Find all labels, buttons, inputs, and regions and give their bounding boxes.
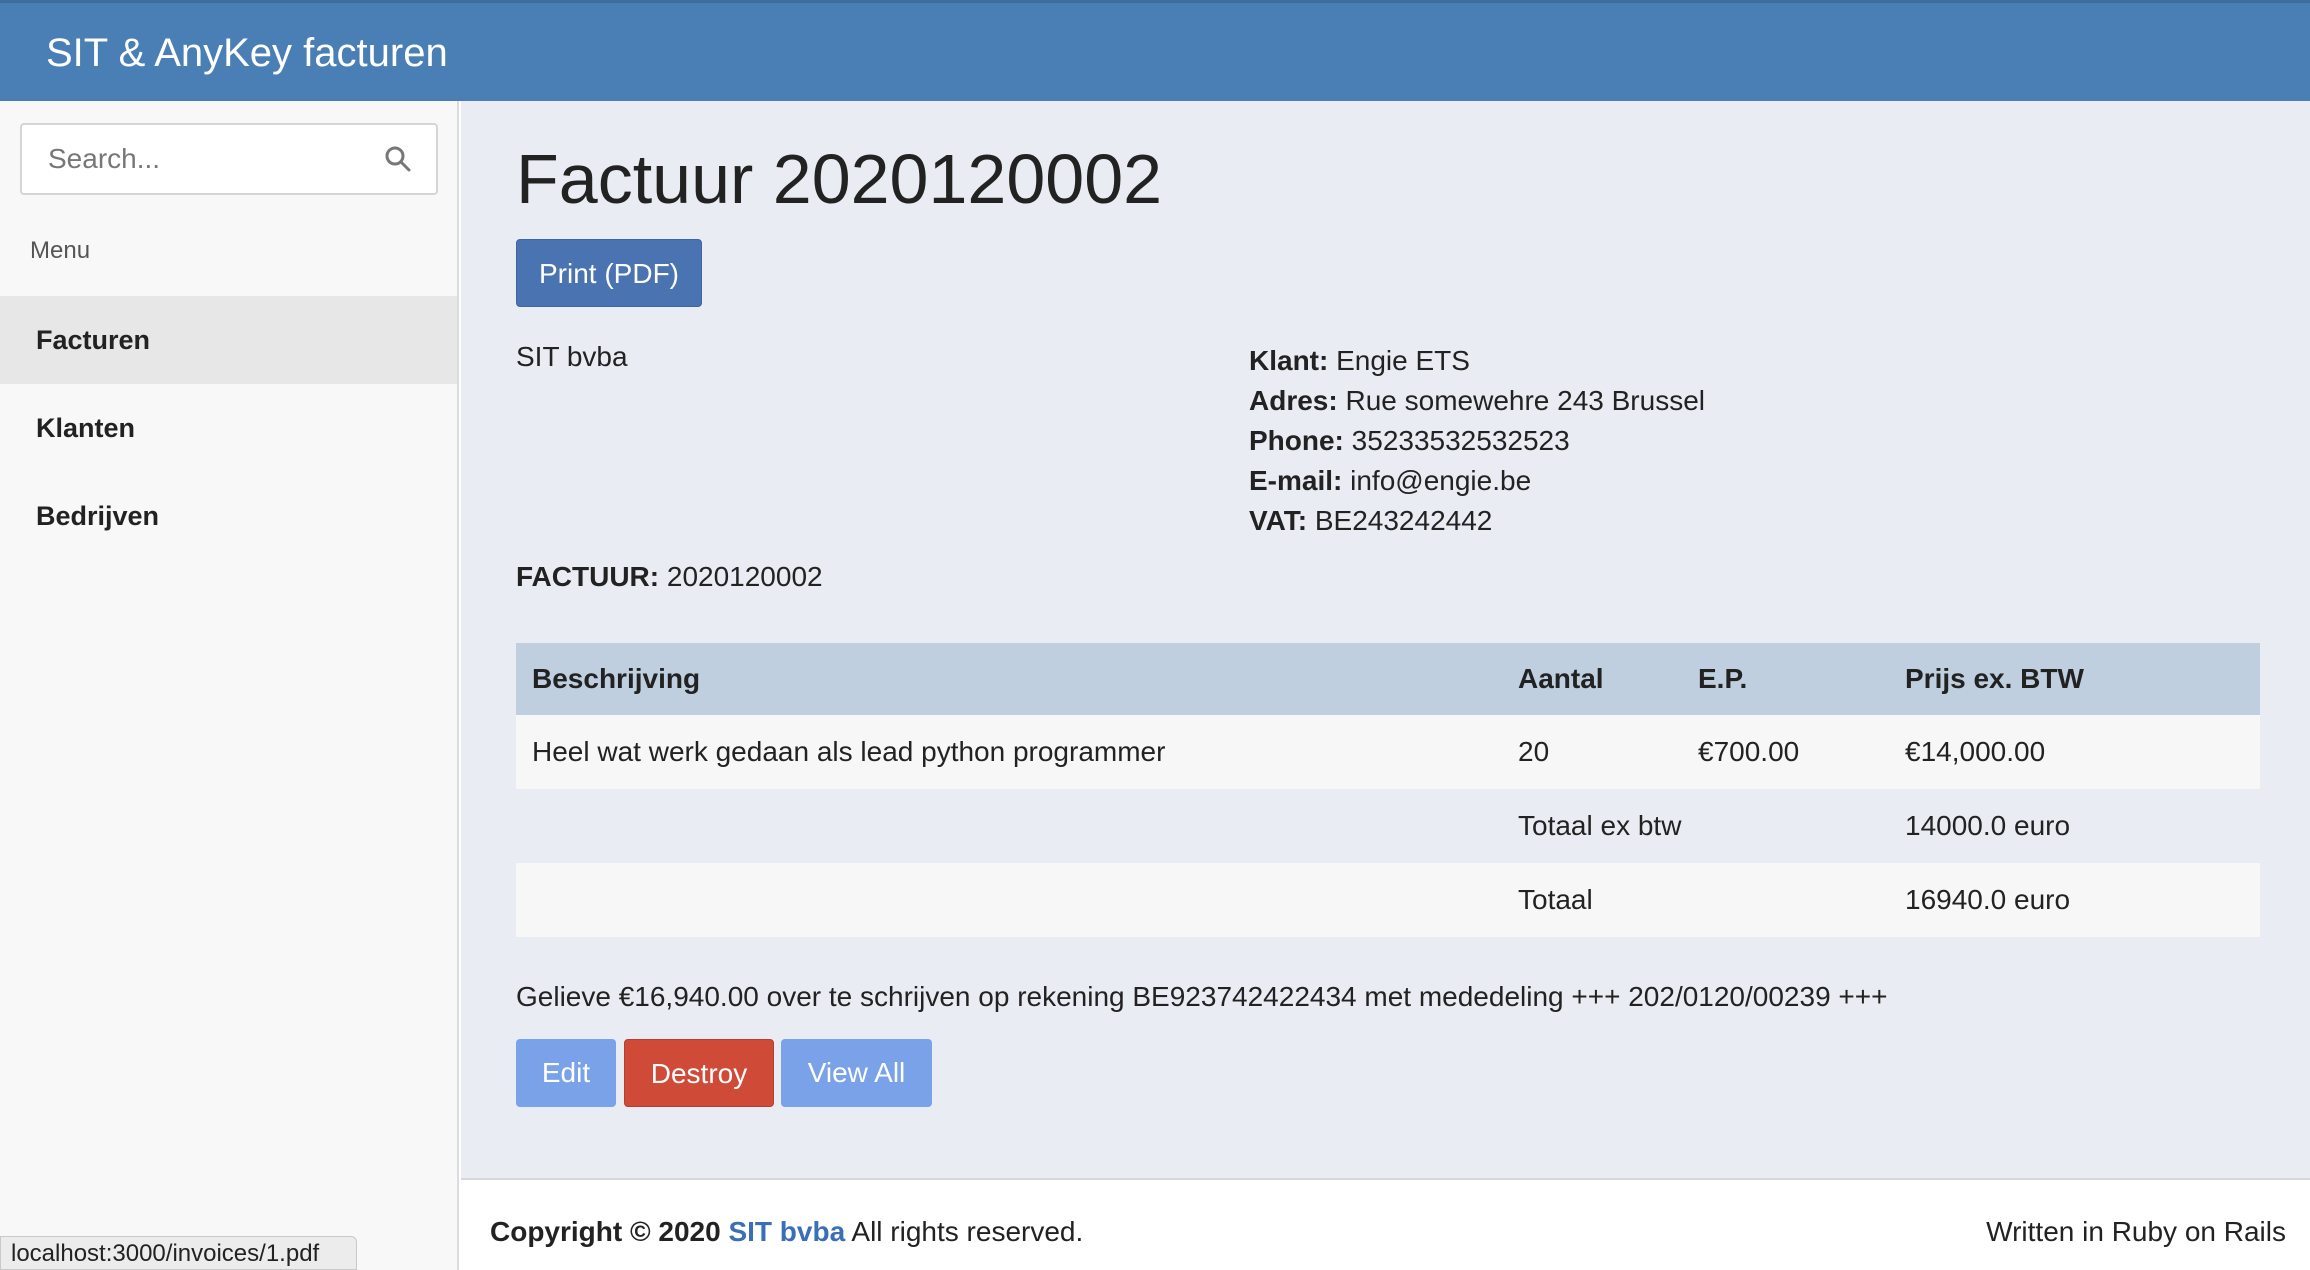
search-input[interactable] xyxy=(22,125,372,193)
item-quantity: 20 xyxy=(1518,736,1550,767)
column-header-quantity: Aantal xyxy=(1518,663,1604,694)
subtotal-value: 14000.0 euro xyxy=(1905,810,2071,841)
client-vat: BE243242442 xyxy=(1314,505,1493,536)
client-vat-line: VAT: BE243242442 xyxy=(1249,505,1493,536)
sidebar: Menu Facturen Klanten Bedrijven xyxy=(0,101,459,1270)
copyright-text: Copyright © 2020 SIT bvba All rights res… xyxy=(490,1216,1084,1247)
client-details: Klant: Engie ETS Adres: Rue somewehre 24… xyxy=(1249,341,1705,541)
client-name: Engie ETS xyxy=(1336,345,1470,376)
view-all-button[interactable]: View All xyxy=(781,1039,932,1107)
client-phone-line: Phone: 35233532532523 xyxy=(1249,425,1570,456)
total-row: Totaal 16940.0 euro xyxy=(516,863,2260,937)
footer: Copyright © 2020 SIT bvba All rights res… xyxy=(461,1178,2310,1270)
column-header-price-ex-vat: Prijs ex. BTW xyxy=(1905,663,2084,694)
written-in-text: Written in Ruby on Rails xyxy=(1986,1216,2286,1247)
subtotal-row: Totaal ex btw 14000.0 euro xyxy=(516,789,2260,863)
search-box xyxy=(20,123,438,195)
company-footer-link[interactable]: SIT bvba xyxy=(728,1216,845,1247)
main-content: Factuur 2020120002 Print (PDF) SIT bvba … xyxy=(461,101,2310,1178)
column-header-description: Beschrijving xyxy=(532,663,701,694)
page-title: Factuur 2020120002 xyxy=(516,140,1163,218)
client-address-line: Adres: Rue somewehre 243 Brussel xyxy=(1249,385,1705,416)
item-description: Heel wat werk gedaan als lead python pro… xyxy=(532,736,1166,767)
subtotal-label: Totaal ex btw xyxy=(1518,810,1682,841)
total-value: 16940.0 euro xyxy=(1905,884,2071,915)
top-navbar: SIT & AnyKey facturen xyxy=(0,0,2310,101)
payment-instructions: Gelieve €16,940.00 over te schrijven op … xyxy=(516,981,1888,1012)
client-name-line: Klant: Engie ETS xyxy=(1249,345,1470,376)
item-price-ex-vat: €14,000.00 xyxy=(1905,736,2046,767)
invoice-table: Beschrijving Aantal E.P. Prijs ex. BTW H… xyxy=(516,643,2260,937)
invoice-number-line: FACTUUR: 2020120002 xyxy=(516,561,823,592)
invoice-number: 2020120002 xyxy=(666,561,823,592)
item-unit-price: €700.00 xyxy=(1698,736,1800,767)
edit-button[interactable]: Edit xyxy=(516,1039,616,1107)
sidebar-item-facturen[interactable]: Facturen xyxy=(0,296,457,384)
table-row: Heel wat werk gedaan als lead python pro… xyxy=(516,715,2260,789)
table-header-row: Beschrijving Aantal E.P. Prijs ex. BTW xyxy=(516,643,2260,715)
client-email: info@engie.be xyxy=(1350,465,1532,496)
search-icon[interactable] xyxy=(384,145,412,173)
total-label: Totaal xyxy=(1518,884,1593,915)
app-title[interactable]: SIT & AnyKey facturen xyxy=(46,31,448,76)
client-address: Rue somewehre 243 Brussel xyxy=(1345,385,1705,416)
menu-label: Menu xyxy=(30,237,91,264)
browser-status-bar: localhost:3000/invoices/1.pdf xyxy=(0,1236,357,1270)
destroy-button[interactable]: Destroy xyxy=(624,1039,774,1107)
client-phone: 35233532532523 xyxy=(1351,425,1570,456)
column-header-unit-price: E.P. xyxy=(1698,663,1748,694)
client-email-line: E-mail: info@engie.be xyxy=(1249,465,1532,496)
sidebar-item-bedrijven[interactable]: Bedrijven xyxy=(0,472,457,560)
company-name: SIT bvba xyxy=(516,341,628,372)
print-pdf-button[interactable]: Print (PDF) xyxy=(516,239,702,307)
sidebar-item-klanten[interactable]: Klanten xyxy=(0,384,457,472)
